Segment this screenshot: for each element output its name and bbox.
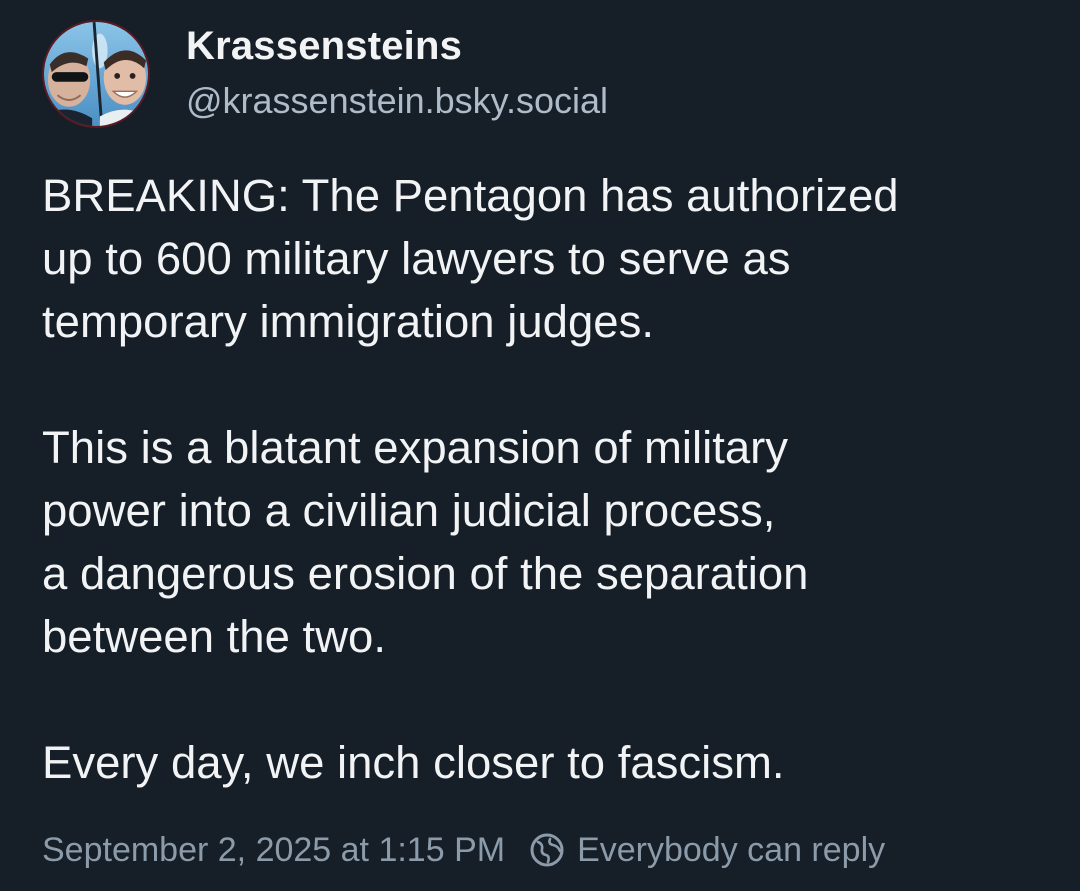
post-paragraph-2: This is a blatant expansion of military … xyxy=(42,422,809,662)
post-paragraph-1: BREAKING: The Pentagon has authorized up… xyxy=(42,170,899,347)
globe-icon xyxy=(530,833,564,867)
post-header: Krassensteins @krassenstein.bsky.social xyxy=(42,18,608,130)
post-card: Krassensteins @krassenstein.bsky.social … xyxy=(0,0,1080,891)
post-body: BREAKING: The Pentagon has authorized up… xyxy=(42,164,1052,794)
post-paragraph-3: Every day, we inch closer to fascism. xyxy=(42,737,785,788)
author-display-name[interactable]: Krassensteins xyxy=(186,22,608,70)
author-identity: Krassensteins @krassenstein.bsky.social xyxy=(186,22,608,124)
author-handle[interactable]: @krassenstein.bsky.social xyxy=(186,78,608,124)
reply-setting-label: Everybody can reply xyxy=(577,831,886,869)
post-timestamp[interactable]: September 2, 2025 at 1:15 PM xyxy=(42,828,505,872)
post-meta: September 2, 2025 at 1:15 PM Everybody c… xyxy=(42,828,885,872)
avatar[interactable] xyxy=(42,20,150,128)
avatar-image xyxy=(44,22,148,126)
reply-setting[interactable]: Everybody can reply xyxy=(529,828,885,872)
